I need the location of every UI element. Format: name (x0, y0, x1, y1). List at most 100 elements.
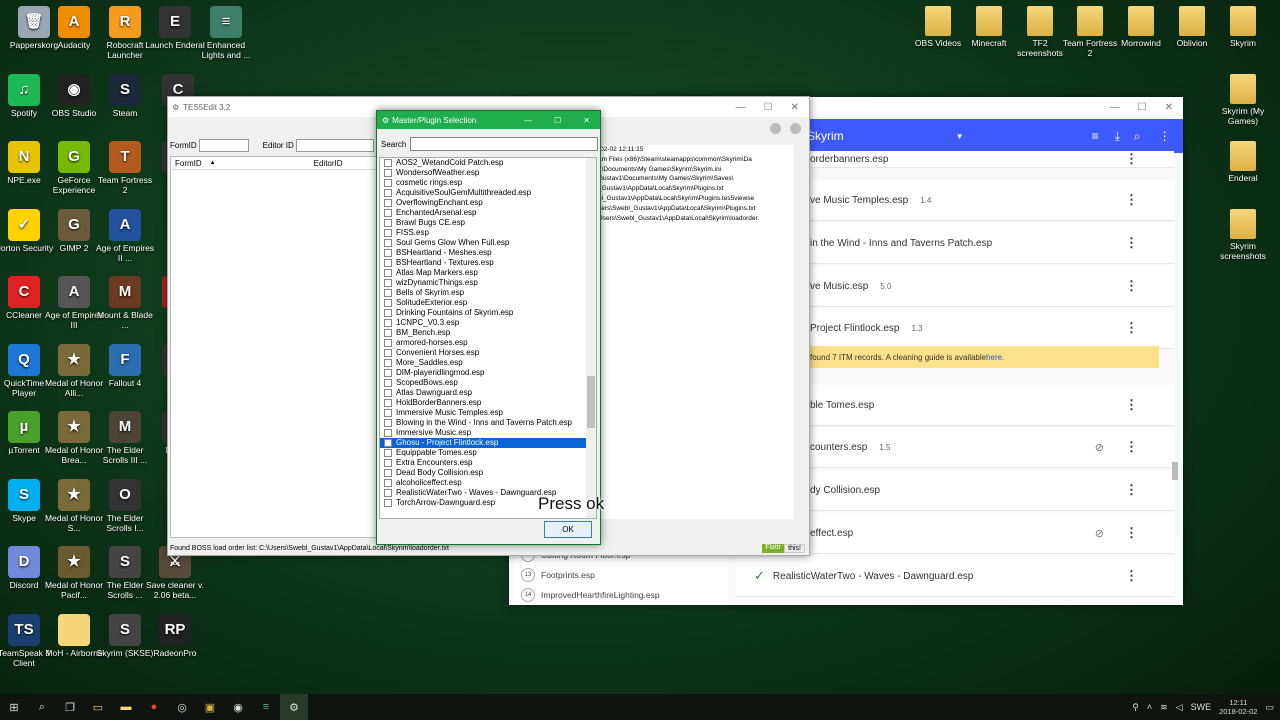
plugin-checkbox[interactable] (384, 399, 392, 407)
plugin-row[interactable]: cosmetic rings.esp (380, 178, 586, 188)
chevron-down-icon[interactable]: ▼ (956, 132, 964, 141)
plugin-checkbox[interactable] (384, 229, 392, 237)
close-icon[interactable]: ✕ (583, 116, 590, 125)
plugin-row[interactable]: Blowing in the Wind - Inns and Taverns P… (380, 418, 586, 428)
plugin-checkbox[interactable] (384, 209, 392, 217)
load-order-item[interactable]: 14 ImprovedHearthfireLighting.esp (513, 585, 728, 605)
desktop-icon[interactable]: RP RadeonPro (145, 614, 205, 658)
sort-icon[interactable]: ≡ (1092, 129, 1099, 143)
desktop-icon[interactable]: ≡ Enhanced Lights and ... (196, 6, 256, 60)
plugin-row[interactable]: ✓ Ghosu - Project Flintlock.esp (380, 438, 586, 448)
minimize-icon[interactable]: — (736, 102, 746, 113)
plugin-row[interactable]: EnchantedArsenal.esp (380, 208, 586, 218)
explorer-icon[interactable]: ▭ (84, 694, 112, 720)
plugin-checkbox[interactable] (384, 429, 392, 437)
record-tree[interactable]: FormID ▲ EditorID (170, 156, 378, 538)
plugin-row[interactable]: armored-horses.esp (380, 338, 586, 348)
plugin-list[interactable]: AOS2_WetandCold Patch.esp WondersofWeathe… (379, 157, 597, 519)
plugin-row[interactable]: AcquisitiveSoulGemMultithreaded.esp (380, 188, 586, 198)
wifi-icon[interactable]: ≋ (1160, 702, 1168, 713)
plugin-row[interactable]: Immersive Music.esp (380, 428, 586, 438)
plugin-row[interactable]: Convenient Horses.esp (380, 348, 586, 358)
more-icon[interactable]: ⋮ (1125, 397, 1138, 413)
tesedit-taskbar-icon[interactable]: ⚙ (280, 694, 308, 720)
download-icon[interactable]: ⤓ (1115, 129, 1120, 144)
desktop-icon[interactable]: O The Elder Scrolls I... (95, 479, 155, 533)
plugin-row[interactable]: BSHeartland - Meshes.esp (380, 248, 586, 258)
plugin-row[interactable]: More_Saddles.esp (380, 358, 586, 368)
plugin-checkbox[interactable] (384, 289, 392, 297)
plugin-checkbox[interactable] (384, 479, 392, 487)
plugin-checkbox[interactable] (384, 249, 392, 257)
plugin-row[interactable]: HoldBorderBanners.esp (380, 398, 586, 408)
plugin-row[interactable]: Atlas Map Markers.esp (380, 268, 586, 278)
cleaning-guide-link[interactable]: here. (986, 353, 1004, 362)
search-icon[interactable]: ⌕ (28, 694, 56, 720)
formid-input[interactable] (198, 139, 249, 152)
plugin-row[interactable]: Soul Gems Glow When Full.esp (380, 238, 586, 248)
plugin-checkbox[interactable] (384, 239, 392, 247)
plugin-row[interactable]: SolitudeExterior.esp (380, 298, 586, 308)
attachment-icon[interactable]: ⊘ (1095, 441, 1104, 454)
volume-icon[interactable]: ◁ (1176, 702, 1183, 713)
minimize-icon[interactable]: — (524, 116, 532, 125)
desktop-icon[interactable]: A Age of Empires II ... (95, 209, 155, 263)
plugin-row[interactable]: WondersofWeather.esp (380, 168, 586, 178)
minimize-icon[interactable]: — (1110, 102, 1120, 113)
plugin-checkbox[interactable] (384, 339, 392, 347)
desktop-folder[interactable]: Skyrim (1213, 6, 1273, 48)
desktop-icon[interactable]: M The Elder Scrolls III ... (95, 411, 155, 465)
notification-icon[interactable]: ▭ (1265, 702, 1274, 713)
plugin-checkbox[interactable] (384, 459, 392, 467)
plugin-checkbox[interactable] (384, 189, 392, 197)
language-indicator[interactable]: SWE (1191, 702, 1212, 712)
desktop-icon[interactable]: S Steam (95, 74, 155, 118)
ok-button[interactable]: OK (544, 521, 592, 538)
load-order-item[interactable]: 13 Footprints.esp (513, 565, 728, 585)
plugin-checkbox[interactable] (384, 159, 392, 167)
plugin-checkbox[interactable] (384, 369, 392, 377)
plugin-card[interactable]: ✓ RealisticWaterTwo - Waves - Dawnguard.e… (736, 556, 1174, 597)
search-input[interactable] (410, 137, 599, 151)
plugin-checkbox[interactable] (384, 179, 392, 187)
search-icon[interactable]: ⌕ (1134, 129, 1141, 144)
plugin-row[interactable]: Atlas Dawnguard.esp (380, 388, 586, 398)
plugin-checkbox[interactable] (384, 259, 392, 267)
desktop-folder[interactable]: Skyrim (My Games) (1213, 74, 1273, 126)
desktop-icon[interactable]: T Team Fortress 2 (95, 141, 155, 195)
plugin-checkbox[interactable] (384, 409, 392, 417)
maximize-icon[interactable]: ☐ (764, 102, 773, 113)
plugin-checkbox[interactable] (384, 269, 392, 277)
plugin-checkbox[interactable]: ✓ (384, 439, 392, 447)
plugin-checkbox[interactable] (384, 379, 392, 387)
plugin-checkbox[interactable] (384, 359, 392, 367)
plugin-row[interactable]: Extra Encounters.esp (380, 458, 586, 468)
maximize-icon[interactable]: ☐ (554, 116, 561, 125)
plugin-checkbox[interactable] (384, 299, 392, 307)
game-selector[interactable]: Skyrim (807, 129, 844, 143)
more-icon[interactable]: ⋮ (1125, 439, 1138, 455)
list-scrollbar[interactable] (586, 158, 596, 518)
more-icon[interactable]: ⋮ (1125, 482, 1138, 498)
more-icon[interactable]: ⋮ (1125, 192, 1138, 208)
people-icon[interactable]: ⚲ (1132, 702, 1139, 713)
task-view-icon[interactable]: ❐ (56, 694, 84, 720)
plugin-checkbox[interactable] (384, 219, 392, 227)
plugin-checkbox[interactable] (384, 349, 392, 357)
plugin-checkbox[interactable] (384, 199, 392, 207)
plugin-checkbox[interactable] (384, 319, 392, 327)
plugin-row[interactable]: OverflowingEnchant.esp (380, 198, 586, 208)
col-formid[interactable]: FormID (175, 159, 202, 168)
plugin-checkbox[interactable] (384, 499, 392, 507)
archive-icon[interactable]: ▣ (196, 694, 224, 720)
enhanced-lights-icon[interactable]: ≡ (252, 694, 280, 720)
plugin-checkbox[interactable] (384, 469, 392, 477)
plugin-row[interactable]: AOS2_WetandCold Patch.esp (380, 158, 586, 168)
plugin-checkbox[interactable] (384, 169, 392, 177)
close-icon[interactable]: ✕ (1165, 102, 1173, 113)
col-editorid[interactable]: EditorID (314, 159, 343, 168)
close-icon[interactable]: ✕ (791, 102, 799, 113)
chevron-up-icon[interactable]: ˄ (1147, 702, 1152, 712)
attachment-icon[interactable]: ⊘ (1095, 527, 1104, 540)
plugin-row[interactable]: 1CNPC_V0.3.esp (380, 318, 586, 328)
